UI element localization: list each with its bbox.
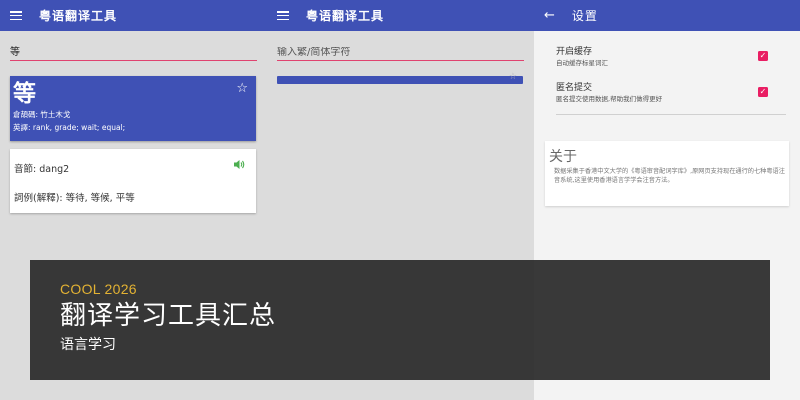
menu-icon[interactable]: [10, 11, 22, 20]
star-icon[interactable]: ☆: [509, 72, 517, 82]
banner-subtitle: 语言学习: [60, 337, 116, 353]
anonymous-checkbox[interactable]: ✓: [758, 87, 768, 97]
banner-title: 翻译学习工具汇总: [60, 301, 277, 331]
app-title: 粤语翻译工具: [39, 9, 118, 23]
search-input[interactable]: [277, 47, 524, 58]
settings-list: 开启缓存 自动缓存标星词汇 ✓ 匿名提交 匿名提交使用数据,帮助我们做得更好 ✓: [534, 42, 800, 115]
banner-tag: COOL 2026: [60, 281, 137, 297]
app-bar: 粤语翻译工具: [267, 0, 534, 31]
about-title: 关于: [549, 149, 577, 165]
search-field[interactable]: [277, 43, 524, 61]
setting-title: 开启缓存: [556, 47, 593, 57]
settings-title: 设置: [571, 9, 598, 23]
cangjie-code: 倉頡碼: 竹土木戈: [13, 110, 71, 119]
back-arrow-icon[interactable]: ←: [544, 9, 555, 22]
app-bar: 粤语翻译工具: [0, 0, 267, 31]
character-card: 等 ☆ 倉頡碼: 竹土木戈 英譯: rank, grade; wait; equ…: [10, 76, 256, 141]
app-bar: ← 设置: [534, 0, 800, 31]
about-text: 数据采集于香港中文大学的《粤语审音配词字库》,原网页支持现在通行的七种粤语注音系…: [554, 168, 785, 184]
examples-text: 詞例(解釋): 等待, 等候, 平等: [14, 193, 135, 204]
collapsed-result-card: ☆: [277, 72, 523, 84]
setting-cache[interactable]: 开启缓存 自动缓存标星词汇 ✓: [534, 42, 800, 78]
app-title: 粤语翻译工具: [306, 9, 385, 23]
search-input[interactable]: 等: [10, 43, 20, 58]
setting-anonymous[interactable]: 匿名提交 匿名提交使用数据,帮助我们做得更好 ✓: [534, 78, 800, 114]
syllable-text: 音節: dang2: [14, 164, 70, 175]
search-field[interactable]: 等: [10, 43, 257, 61]
cache-checkbox[interactable]: ✓: [758, 51, 768, 61]
setting-subtitle: 匿名提交使用数据,帮助我们做得更好: [556, 95, 663, 103]
about-card: 关于 数据采集于香港中文大学的《粤语审音配词字库》,原网页支持现在通行的七种粤语…: [545, 141, 789, 206]
english-translation: 英譯: rank, grade; wait; equal;: [13, 123, 126, 132]
promo-banner: COOL 2026 翻译学习工具汇总 语言学习: [30, 260, 770, 380]
speaker-icon[interactable]: [234, 159, 246, 170]
menu-icon[interactable]: [277, 11, 289, 20]
setting-title: 匿名提交: [556, 83, 593, 93]
pronunciation-card: 音節: dang2 詞例(解釋): 等待, 等候, 平等: [10, 149, 256, 213]
setting-subtitle: 自动缓存标星词汇: [556, 59, 608, 67]
divider: [556, 114, 786, 115]
character-glyph: 等: [13, 81, 36, 107]
star-icon[interactable]: ☆: [236, 81, 248, 96]
